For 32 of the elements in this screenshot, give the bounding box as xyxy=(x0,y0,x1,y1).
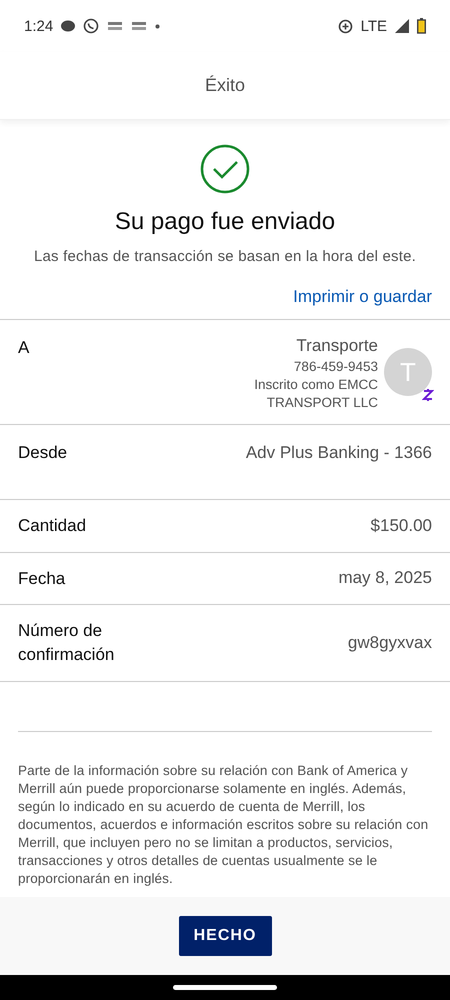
success-check-icon xyxy=(200,144,250,194)
detail-label: Número de confirmación xyxy=(18,620,116,666)
recipient-phone: 786-459-9453 xyxy=(294,359,378,374)
zelle-icon xyxy=(422,388,434,402)
recipient-registration: Inscrito como EMCC xyxy=(254,377,378,392)
print-link[interactable]: Imprimir o guardar xyxy=(293,287,432,307)
app-notification-icon xyxy=(107,21,124,31)
confirmation-title: Su pago fue enviado xyxy=(114,208,336,236)
battery-icon xyxy=(417,18,426,34)
detail-label: Cantidad xyxy=(18,514,86,537)
phone-chat-icon xyxy=(83,18,100,34)
status-time: 1:24 xyxy=(24,18,54,34)
header-title: Éxito xyxy=(204,75,246,96)
data-saver-icon xyxy=(338,18,353,34)
recipient-name: Transporte xyxy=(296,336,378,356)
app-notification-icon xyxy=(131,21,148,31)
detail-label: Fecha xyxy=(18,568,66,590)
detail-label: A xyxy=(18,337,30,359)
confirmation-subtitle: Las fechas de transacción se basan en la hora del este. xyxy=(34,248,416,265)
detail-value: gw8gyxvax xyxy=(348,633,432,654)
disclaimer-text: Parte de la información sobre su relación con Bank of America y Merrill aún puede proporcionarse solamente en inglés. Además, según lo indicado en su acuerdo de cuenta de Merrill, los documentos, acuerdos e información escritos sobre su relación con Merrill, que incluyen pero no se limitan a productos, servicios, transacciones y otros detalles de cuentas usualmente se le proporcionarán en inglés. xyxy=(18,762,430,888)
network-type: LTE xyxy=(360,18,387,34)
detail-value: Adv Plus Banking - 1366 xyxy=(246,442,432,463)
done-button[interactable]: HECHO xyxy=(178,916,272,956)
chat-icon xyxy=(61,20,76,32)
signal-icon xyxy=(395,19,409,33)
dot-icon xyxy=(155,24,160,28)
home-indicator[interactable] xyxy=(173,985,277,990)
detail-label: Desde xyxy=(18,442,68,464)
detail-value: $150.00 xyxy=(370,516,432,536)
detail-value: may 8, 2025 xyxy=(338,568,432,588)
recipient-company: TRANSPORT LLC xyxy=(266,395,378,410)
